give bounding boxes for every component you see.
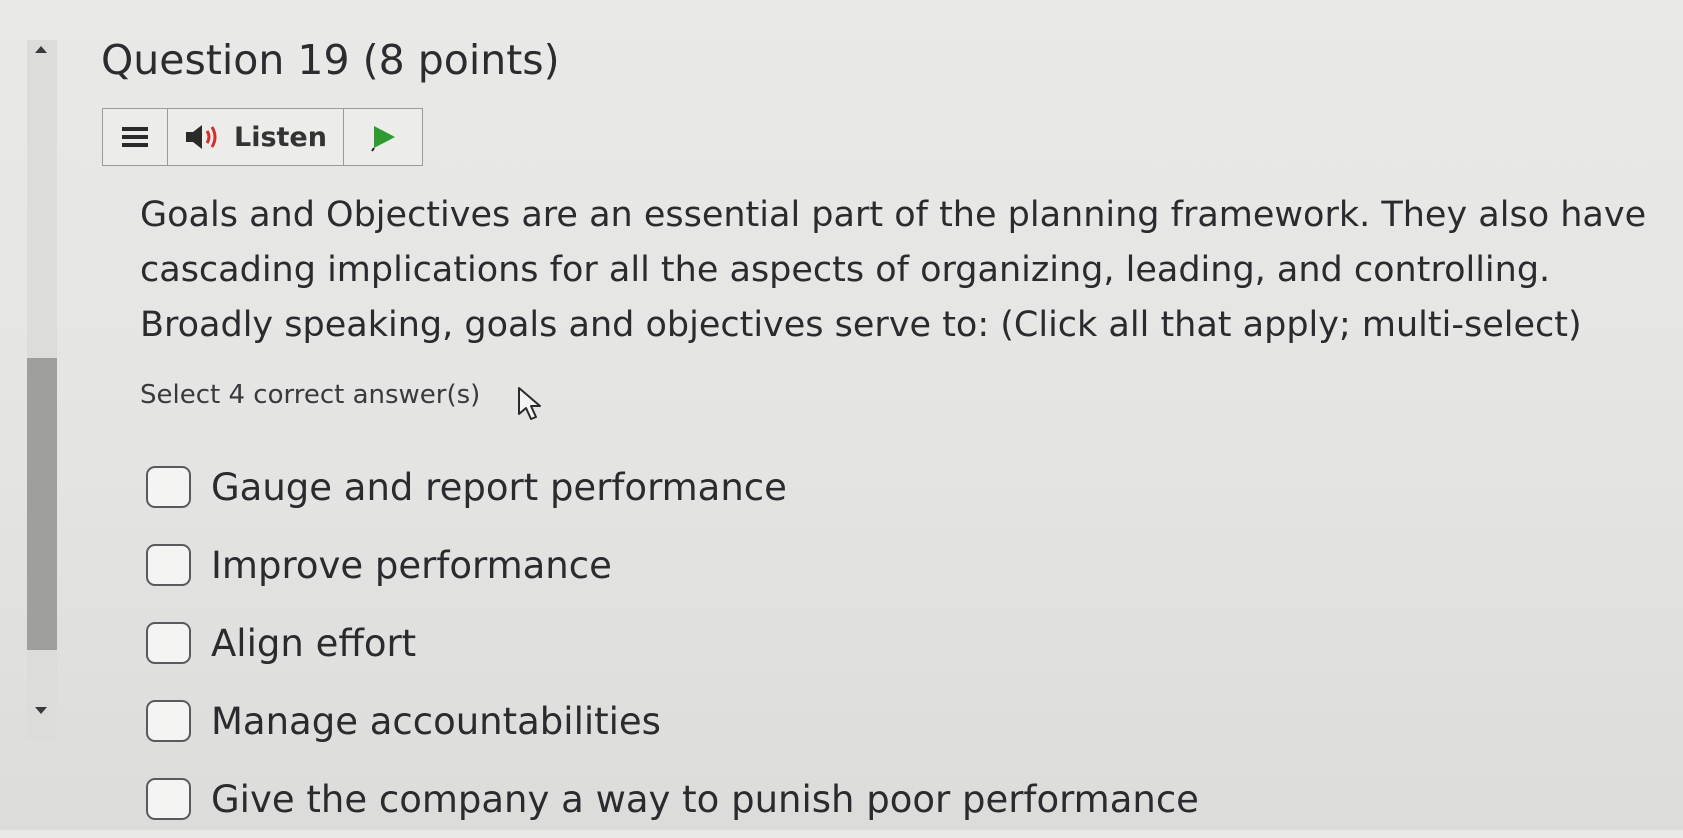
option-label: Improve performance: [211, 543, 612, 587]
option-punish-poor-performance[interactable]: Give the company a way to punish poor pe…: [146, 760, 1199, 838]
checkbox[interactable]: [146, 544, 191, 586]
option-gauge-and-report-performance[interactable]: Gauge and report performance: [146, 448, 1199, 526]
option-label: Gauge and report performance: [211, 465, 787, 509]
listen-label: Listen: [234, 121, 327, 153]
option-manage-accountabilities[interactable]: Manage accountabilities: [146, 682, 1199, 760]
question-text: Goals and Objectives are an essential pa…: [140, 188, 1660, 353]
play-button[interactable]: [344, 109, 422, 165]
question-text-line: Goals and Objectives are an essential pa…: [140, 195, 1647, 235]
option-align-effort[interactable]: Align effort: [146, 604, 1199, 682]
play-icon: [371, 126, 395, 152]
option-improve-performance[interactable]: Improve performance: [146, 526, 1199, 604]
scroll-down-arrow-icon[interactable]: [35, 707, 47, 714]
option-label: Manage accountabilities: [211, 699, 661, 743]
mouse-cursor-icon: [518, 387, 541, 420]
checkbox[interactable]: [146, 700, 191, 742]
option-label: Give the company a way to punish poor pe…: [211, 777, 1199, 821]
question-title: Question 19 (8 points): [101, 36, 560, 84]
listen-button[interactable]: Listen: [168, 109, 344, 165]
question-text-line: Broadly speaking, goals and objectives s…: [140, 305, 1582, 345]
checkbox[interactable]: [146, 622, 191, 664]
answer-options: Gauge and report performance Improve per…: [146, 448, 1199, 838]
option-label: Align effort: [211, 621, 417, 665]
scrollbar-thumb[interactable]: [27, 358, 57, 650]
question-text-line: cascading implications for all the aspec…: [140, 250, 1551, 290]
speaker-icon: [186, 125, 217, 149]
checkbox[interactable]: [146, 778, 191, 820]
checkbox[interactable]: [146, 466, 191, 508]
answer-instruction: Select 4 correct answer(s): [140, 380, 481, 410]
menu-button[interactable]: [103, 109, 168, 165]
hamburger-menu-icon: [122, 127, 148, 147]
scroll-up-arrow-icon[interactable]: [35, 46, 47, 53]
listen-toolbar: Listen: [102, 108, 423, 166]
vertical-scrollbar[interactable]: [27, 40, 57, 740]
